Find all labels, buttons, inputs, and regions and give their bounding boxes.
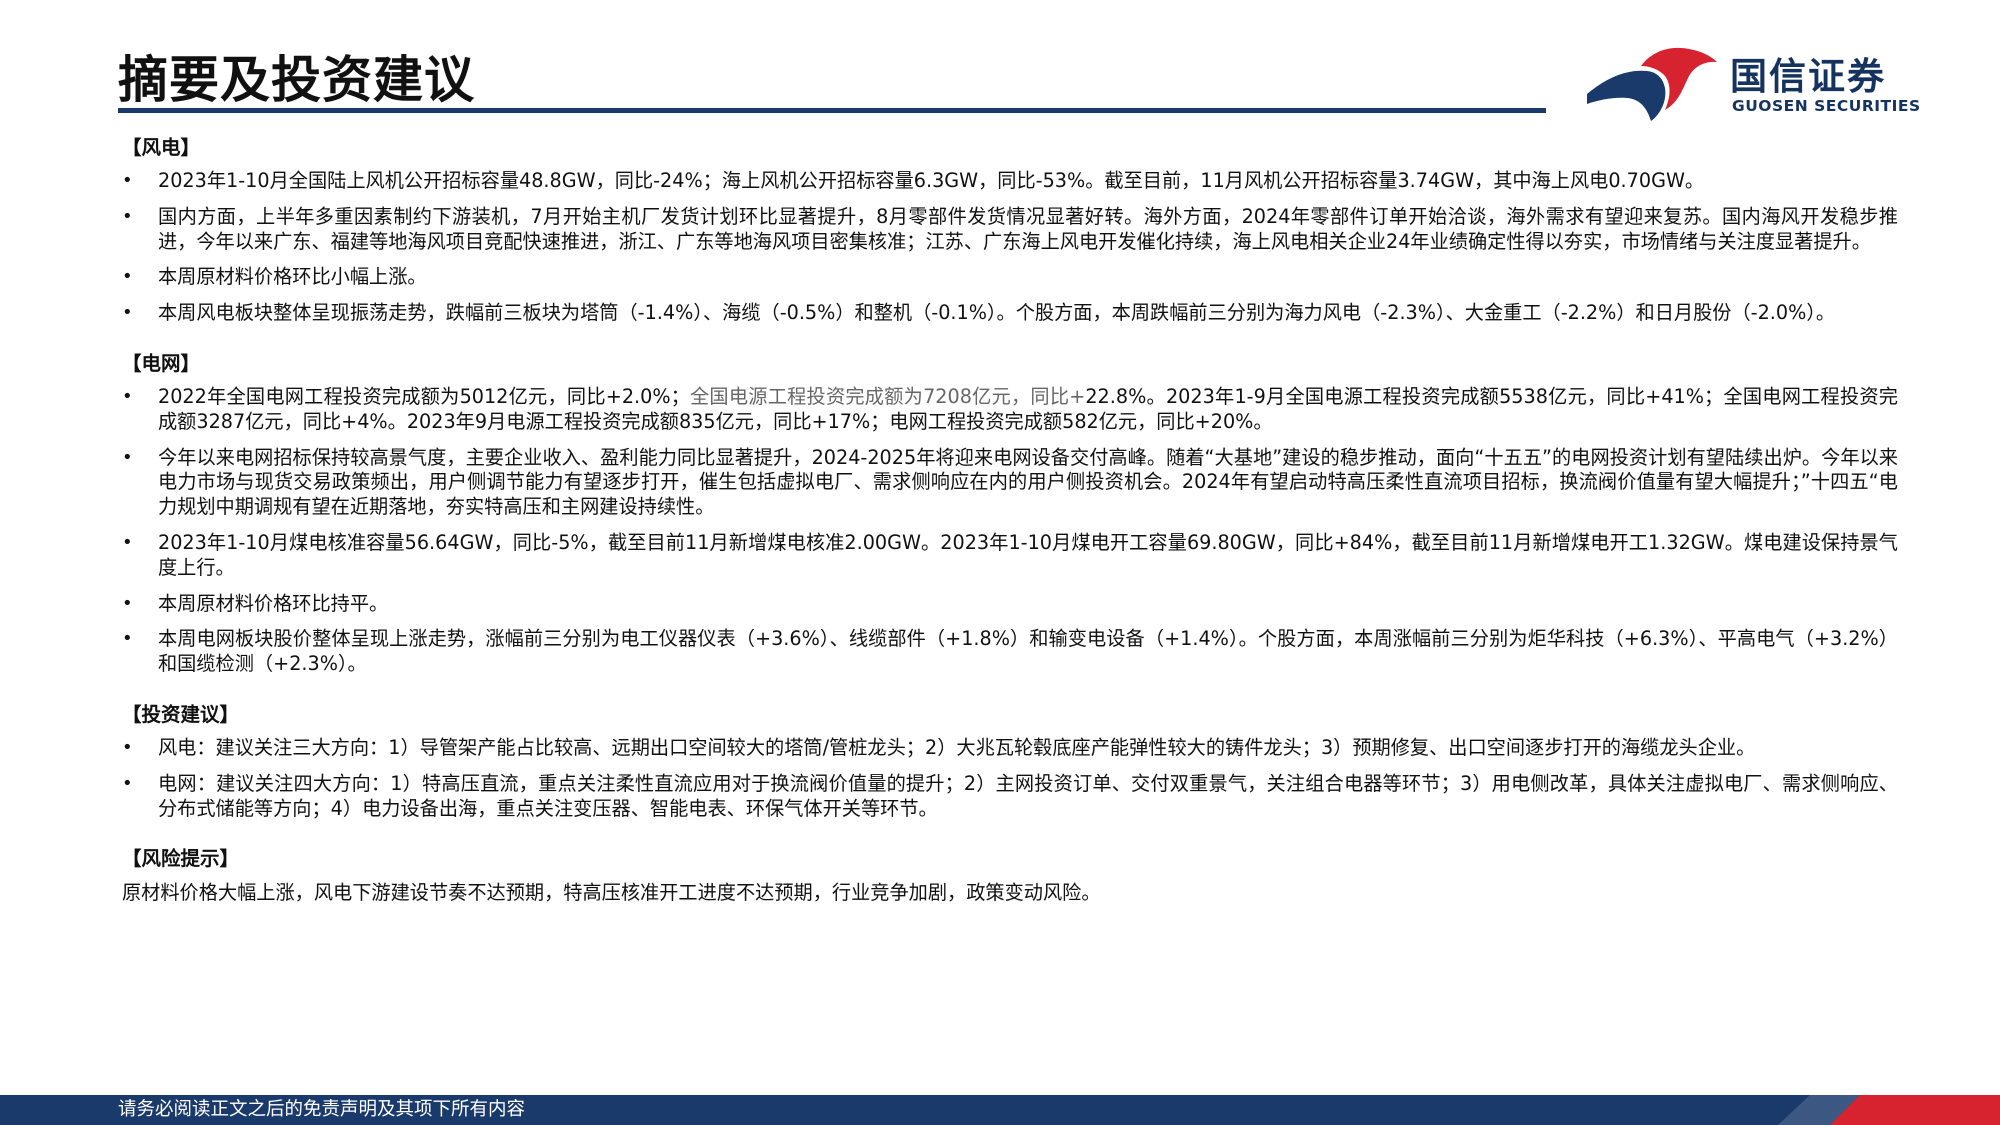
bullet-item: 风电：建议关注三大方向：1）导管架产能占比较高、远期出口空间较大的塔筒/管桩龙头… xyxy=(118,736,1898,761)
bullet-item: 电网：建议关注四大方向：1）特高压直流，重点关注柔性直流应用对于换流阀价值量的提… xyxy=(118,772,1898,822)
footer-bar: 请务必阅读正文之后的免责声明及其项下所有内容 xyxy=(0,1095,2000,1125)
bullet-item: 2022年全国电网工程投资完成额为5012亿元，同比+2.0%；全国电源工程投资… xyxy=(118,385,1898,435)
risk-text: 原材料价格大幅上涨，风电下游建设节奏不达预期，特高压核准开工进度不达预期，行业竞… xyxy=(122,881,1101,905)
bullet-item: 本周原材料价格环比持平。 xyxy=(118,592,1898,617)
bullet-list: 风电：建议关注三大方向：1）导管架产能占比较高、远期出口空间较大的塔筒/管桩龙头… xyxy=(118,736,1898,821)
section-header: 【投资建议】 xyxy=(122,702,240,726)
bullet-text: 2023年1-10月全国陆上风机公开招标容量48.8GW，同比-24%；海上风机… xyxy=(158,169,1705,192)
company-logo: 国信证券 GUOSEN SECURITIES xyxy=(1585,40,1920,125)
bullet-item: 本周电网板块股价整体呈现上涨走势，涨幅前三分别为电工仪器仪表（+3.6%）、线缆… xyxy=(118,627,1898,677)
bullet-text: 今年以来电网招标保持较高景气度，主要企业收入、盈利能力同比显著提升，2024-2… xyxy=(158,445,1898,519)
section-power-grid: 【电网】 2022年全国电网工程投资完成额为5012亿元，同比+2.0%；全国电源… xyxy=(118,350,1898,677)
bullet-text: 本周风电板块整体呈现振荡走势，跌幅前三板块为塔筒（-1.4%）、海缆（-0.5%… xyxy=(158,301,1836,325)
bullet-text: 国内方面，上半年多重因素制约下游装机，7月开始主机厂发货计划环比显著提升，8月零… xyxy=(158,204,1898,253)
section-header: 【风电】 xyxy=(122,136,201,159)
section-wind-power: 【风电】 2023年1-10月全国陆上风机公开招标容量48.8GW，同比-24%；… xyxy=(118,134,1898,326)
bullet-text: 风电：建议关注三大方向：1）导管架产能占比较高、远期出口空间较大的塔筒/管桩龙头… xyxy=(158,735,1756,759)
bullet-text: 全国电源工程投资完成额为7208亿元，同比+ xyxy=(689,384,1086,408)
footer-decoration-icon xyxy=(1778,1095,2000,1125)
bullet-text: 2023年1-10月煤电核准容量56.64GW，同比-5%，截至目前11月新增煤… xyxy=(158,530,1898,579)
bullet-list: 2023年1-10月全国陆上风机公开招标容量48.8GW，同比-24%；海上风机… xyxy=(118,169,1898,326)
summary-content: 【风电】 2023年1-10月全国陆上风机公开招标容量48.8GW，同比-24%；… xyxy=(118,134,1898,930)
footer-disclaimer: 请务必阅读正文之后的免责声明及其项下所有内容 xyxy=(118,1099,526,1120)
bullet-item: 国内方面，上半年多重因素制约下游装机，7月开始主机厂发货计划环比显著提升，8月零… xyxy=(118,205,1898,255)
bullet-item: 今年以来电网招标保持较高景气度，主要企业收入、盈利能力同比显著提升，2024-2… xyxy=(118,446,1898,520)
section-investment-advice: 【投资建议】风电：建议关注三大方向：1）导管架产能占比较高、远期出口空间较大的塔… xyxy=(118,701,1898,821)
bullet-text: 2022年全国电网工程投资完成额为5012亿元，同比+2.0%； xyxy=(158,384,690,408)
bullet-list: 2022年全国电网工程投资完成额为5012亿元，同比+2.0%；全国电源工程投资… xyxy=(118,385,1898,677)
bullet-item: 2023年1-10月全国陆上风机公开招标容量48.8GW，同比-24%；海上风机… xyxy=(118,169,1898,194)
section-header-risk: 【风险提示】 xyxy=(122,847,240,871)
guosen-logo-icon xyxy=(1587,47,1717,121)
logo-name-cn: 国信证券 xyxy=(1730,55,1886,98)
section-risk: 【风险提示】 原材料价格大幅上涨，风电下游建设节奏不达预期，特高压核准开工进度不… xyxy=(118,845,1898,906)
bullet-text: 本周原材料价格环比持平。 xyxy=(158,591,389,615)
bullet-item: 2023年1-10月煤电核准容量56.64GW，同比-5%，截至目前11月新增煤… xyxy=(118,531,1898,581)
bullet-item: 本周原材料价格环比小幅上涨。 xyxy=(118,265,1898,290)
bullet-text: 本周原材料价格环比小幅上涨。 xyxy=(158,265,427,289)
bullet-text: 电网：建议关注四大方向：1）特高压直流，重点关注柔性直流应用对于换流阀价值量的提… xyxy=(158,771,1898,820)
title-rule xyxy=(118,108,1546,113)
page-title: 摘要及投资建议 xyxy=(118,51,475,109)
sections-container: 【风电】 2023年1-10月全国陆上风机公开招标容量48.8GW，同比-24%；… xyxy=(118,134,1898,821)
bullet-text: 本周电网板块股价整体呈现上涨走势，涨幅前三分别为电工仪器仪表（+3.6%）、线缆… xyxy=(158,627,1898,676)
section-header: 【电网】 xyxy=(122,351,201,375)
logo-name-en: GUOSEN SECURITIES xyxy=(1732,97,1921,115)
bullet-item: 本周风电板块整体呈现振荡走势，跌幅前三板块为塔筒（-1.4%）、海缆（-0.5%… xyxy=(118,301,1898,326)
